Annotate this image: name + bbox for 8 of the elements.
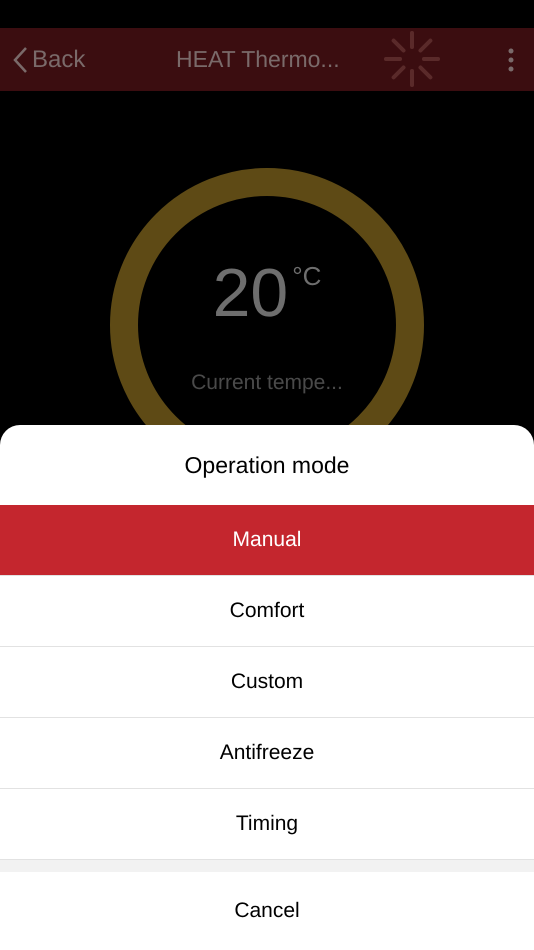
nav-title: HEAT Thermo... xyxy=(176,45,340,74)
temperature-caption: Current tempe... xyxy=(191,370,343,396)
temperature-value: 20 xyxy=(212,259,288,327)
mode-option[interactable]: Manual xyxy=(0,505,534,576)
temperature-unit: °C xyxy=(292,263,322,293)
chevron-left-icon xyxy=(12,46,28,74)
more-icon[interactable] xyxy=(508,48,514,72)
sheet-title: Operation mode xyxy=(184,450,350,480)
